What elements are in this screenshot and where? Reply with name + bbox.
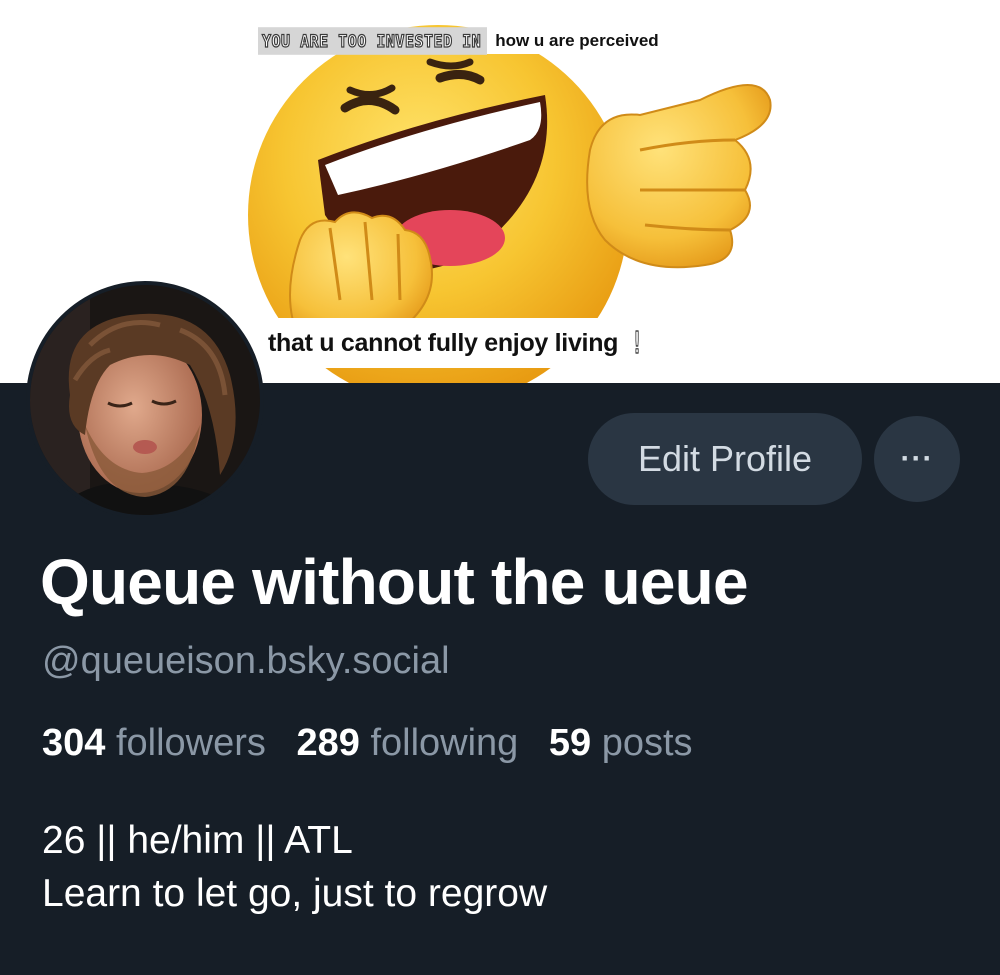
avatar[interactable]: [26, 281, 264, 519]
followers-link[interactable]: 304 followers: [42, 722, 266, 764]
meme-caption-caps: YOU ARE TOO INVESTED IN: [258, 27, 488, 55]
posts-count: 59: [548, 722, 592, 764]
profile-stats: 304 followers 289 following 59 posts: [42, 722, 713, 765]
posts-label: posts: [601, 722, 693, 764]
meme-exclamation-mark: !: [631, 325, 643, 361]
following-link[interactable]: 289 following: [296, 722, 518, 764]
followers-label: followers: [115, 722, 266, 764]
more-horizontal-icon: ···: [900, 442, 934, 475]
meme-caption-bottom: that u cannot fully enjoy living !: [260, 318, 780, 368]
profile-page: YOU ARE TOO INVESTED IN how u are percei…: [0, 0, 1000, 975]
meme-caption-lower: how u are perceived: [487, 28, 667, 54]
followers-count: 304: [42, 722, 106, 764]
bio-line: Learn to let go, just to regrow: [42, 872, 548, 915]
avatar-photo: [30, 285, 260, 515]
profile-bio: 26 || he/him || ATL Learn to let go, jus…: [42, 814, 962, 920]
following-label: following: [370, 722, 519, 764]
bio-line: 26 || he/him || ATL: [42, 819, 353, 862]
more-options-button[interactable]: ···: [874, 416, 960, 502]
profile-display-name: Queue without the ueue: [40, 546, 749, 618]
meme-caption-top: YOU ARE TOO INVESTED IN how u are percei…: [258, 27, 667, 55]
edit-profile-button[interactable]: Edit Profile: [588, 413, 862, 505]
posts-stat: 59 posts: [549, 722, 693, 764]
following-count: 289: [296, 722, 360, 764]
profile-handle: @queueison.bsky.social: [42, 640, 450, 682]
meme-caption-bottom-text: that u cannot fully enjoy living: [268, 328, 619, 357]
